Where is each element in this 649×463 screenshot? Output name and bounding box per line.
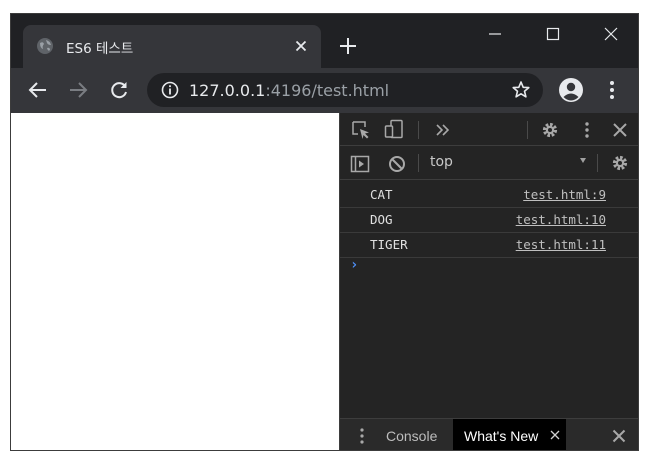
maximize-icon[interactable] [537,21,569,47]
context-selector[interactable]: top [430,154,453,170]
profile-avatar-icon[interactable] [558,77,584,103]
console-log-row: TIGER test.html:11 [340,233,638,258]
devtools-drawer: Console What's New [340,418,638,450]
active-tab[interactable]: ES6 테스트 [23,25,321,68]
close-tab-icon[interactable] [293,38,309,54]
more-tabs-chevron-icon[interactable] [433,120,453,140]
browser-toolbar: 127.0.0.1:4196/test.html [11,68,638,113]
forward-arrow-icon[interactable] [67,79,89,101]
url-host: 127.0.0.1 [189,81,266,100]
log-source-link[interactable]: test.html:10 [516,212,606,227]
bookmark-star-icon[interactable] [511,80,531,100]
close-devtools-icon[interactable] [610,120,630,140]
address-bar[interactable]: 127.0.0.1:4196/test.html [147,73,543,107]
log-source-link[interactable]: test.html:11 [516,237,606,252]
chevron-down-icon[interactable] [580,158,586,163]
console-settings-gear-icon[interactable] [610,153,630,173]
tab-whats-new-label: What's New [464,428,539,444]
minimize-icon[interactable] [479,21,511,47]
url-text: 127.0.0.1:4196/test.html [189,81,389,100]
console-prompt[interactable]: › [350,257,358,273]
devtools-menu-icon[interactable] [577,120,597,140]
console-log-row: DOG test.html:10 [340,208,638,233]
new-tab-icon[interactable] [337,35,359,57]
info-icon[interactable] [161,81,179,99]
toolbar-divider [418,154,419,172]
inspect-element-icon[interactable] [351,120,371,140]
drawer-menu-icon[interactable] [354,427,370,445]
close-tab-icon[interactable] [550,430,560,440]
device-toolbar-icon[interactable] [384,119,404,139]
close-drawer-icon[interactable] [612,429,626,443]
tab-whats-new[interactable]: What's New [453,419,566,450]
settings-gear-icon[interactable] [540,120,560,140]
log-message: TIGER [370,237,408,252]
tab-console-label: Console [386,428,438,444]
toolbar-divider [527,121,528,139]
console-toolbar: top [340,146,638,180]
back-arrow-icon[interactable] [27,79,49,101]
toolbar-divider [597,154,598,172]
window-close-icon[interactable] [595,21,627,47]
log-message: DOG [370,212,393,227]
clear-console-icon[interactable] [387,154,407,174]
tab-strip: ES6 테스트 [11,14,638,68]
sidebar-toggle-icon[interactable] [350,154,370,174]
globe-icon [37,38,53,54]
reload-icon[interactable] [108,79,130,101]
devtools-toolbar [340,113,638,146]
tab-title: ES6 테스트 [66,41,134,57]
devtools-panel: top CAT test.html:9 DOG test.html:10 TIG… [339,113,638,450]
log-source-link[interactable]: test.html:9 [523,187,606,202]
browser-menu-icon[interactable] [601,79,623,101]
console-log-row: CAT test.html:9 [340,183,638,208]
log-message: CAT [370,187,393,202]
browser-window: ES6 테스트 127.0.0.1:4196/test.html top CAT… [10,13,639,451]
url-path: :4196/test.html [265,81,390,100]
page-viewport[interactable] [11,113,339,450]
toolbar-divider [418,121,419,139]
